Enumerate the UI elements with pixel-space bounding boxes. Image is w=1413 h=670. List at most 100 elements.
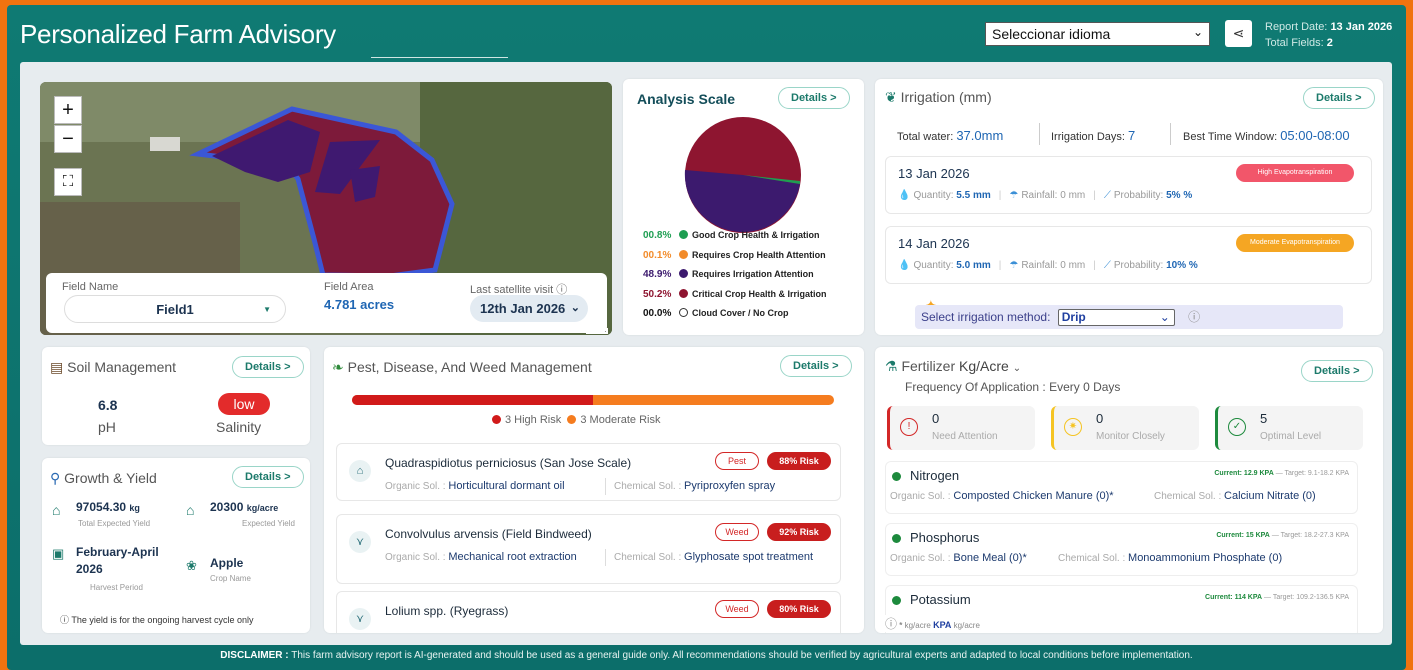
best-window: Best Time Window: 05:00-08:00	[1183, 128, 1350, 143]
share-button[interactable]: ⋖	[1225, 20, 1252, 47]
nutrient-item[interactable]: Nitrogen Current: 12.9 KPA — Target: 9.1-…	[885, 461, 1358, 514]
yield-note: ⓘ The yield is for the ongoing harvest c…	[60, 613, 253, 626]
irrigation-header: ❦ Irrigation (mm)	[885, 89, 992, 106]
chevron-down-icon[interactable]: ⌄	[1013, 363, 1021, 374]
ph-label: pH	[98, 419, 116, 435]
fertilizer-icon: ⚗	[885, 358, 898, 374]
pest-item[interactable]: ⋎ Lolium spp. (Ryegrass) Weed 80% Risk	[336, 591, 841, 633]
chemical-solution: Chemical Sol. : Calcium Nitrate (0)	[1154, 490, 1316, 502]
pest-header: ❧ Pest, Disease, And Weed Management	[332, 359, 592, 376]
expected-yield-unit: kg/acre	[246, 503, 279, 513]
divider	[1170, 123, 1171, 145]
irrigation-method-select[interactable]: Drip ⌄	[1057, 309, 1175, 327]
risk-bar-high	[352, 395, 593, 405]
total-yield-value: 97054.30	[76, 500, 127, 514]
best-window-value: 05:00-08:00	[1280, 128, 1350, 143]
legend-label: Good Crop Health & Irrigation	[692, 230, 820, 240]
metric-value: 0 mm	[1060, 260, 1086, 271]
fullscreen-button[interactable]: ⛶	[54, 168, 82, 196]
moderate-risk-label: 3 Moderate Risk	[580, 414, 661, 426]
info-icon: ⓘ	[60, 615, 70, 625]
analysis-pie-chart	[684, 117, 801, 233]
analysis-details-button[interactable]: Details >	[778, 87, 850, 109]
crop-label: Crop Name	[210, 574, 251, 583]
nutrient-name: Phosphorus	[910, 530, 980, 545]
legend-percent: 48.9%	[643, 269, 672, 280]
field-select-value: Field1	[156, 302, 194, 317]
status-label: Monitor Closely	[1096, 431, 1165, 442]
field-name-label: Field Name	[62, 281, 119, 293]
legend-dot	[679, 249, 688, 259]
pest-type-tag: Weed	[715, 523, 759, 541]
fertilizer-details-button[interactable]: Details >	[1301, 360, 1373, 382]
pest-details-button[interactable]: Details >	[780, 355, 852, 377]
status-count: 0	[1096, 411, 1104, 426]
organic-label: Organic Sol. :	[890, 553, 951, 564]
nutrient-target-range: — Target: 9.1-18.2 KPA	[1275, 470, 1349, 477]
legend-dot	[679, 308, 688, 317]
fertilizer-status-box: ✓ 5 Optimal Level	[1215, 406, 1363, 450]
last-visit-select[interactable]: 12th Jan 2026 ⌄	[470, 295, 588, 322]
organic-value: Horticultural dormant oil	[448, 480, 565, 492]
info-icon: ⓘ	[885, 617, 898, 631]
language-select[interactable]: Seleccionar idioma ⌄	[985, 22, 1210, 46]
total-fields: 2	[1326, 37, 1333, 49]
analysis-scale-card: Analysis Scale Details > 00.8% Good Crop …	[623, 79, 864, 335]
total-yield-unit: kg	[129, 503, 140, 513]
fertilizer-unit-select[interactable]: Kg/Acre	[959, 358, 1009, 374]
irrigation-date: 14 Jan 2026	[898, 236, 970, 251]
metric-label: Rainfall:	[1021, 190, 1058, 201]
chemical-label: Chemical Sol. :	[1058, 553, 1126, 564]
weed-icon: ⋎	[349, 531, 371, 553]
chemical-label: Chemical Sol. :	[1154, 491, 1222, 502]
best-window-label: Best Time Window:	[1183, 131, 1278, 143]
language-select-value: Seleccionar idioma	[992, 26, 1111, 42]
growth-details-button[interactable]: Details >	[232, 466, 304, 488]
total-yield: 97054.30 kg	[76, 500, 140, 514]
field-select[interactable]: Field1 ▼	[64, 295, 286, 323]
weed-icon: ⋎	[349, 608, 371, 630]
total-water-value: 37.0mm	[956, 128, 1004, 143]
soil-title: Soil Management	[67, 359, 177, 375]
fertilizer-card: ⚗ Fertilizer Kg/Acre ⌄ Frequency Of Appl…	[875, 347, 1383, 633]
irrigation-entry: 14 Jan 2026 Moderate Evapotranspiration 💧 Q…	[885, 226, 1372, 284]
growth-header: ⚲ Growth & Yield	[50, 470, 157, 487]
salinity-label: Salinity	[216, 419, 262, 435]
irrigation-method-row: Select irrigation method: Drip ⌄ ⓘ	[915, 305, 1343, 329]
zoom-out-button[interactable]: −	[54, 125, 82, 153]
fertilizer-status-box: ! 0 Need Attention	[887, 406, 1035, 450]
organic-value: Composted Chicken Manure (0)*	[953, 490, 1114, 502]
caret-down-icon: ▼	[263, 305, 271, 314]
irrigation-entry: 13 Jan 2026 High Evapotranspiration 💧 Quant…	[885, 156, 1372, 214]
legend-item: 00.1% Requires Crop Health Attention	[643, 249, 826, 261]
nutrient-name: Nitrogen	[910, 468, 960, 483]
soil-header: ▤ Soil Management	[50, 359, 176, 376]
chemical-label: Chemical Sol. :	[614, 552, 682, 563]
legend-label: Cloud Cover / No Crop	[692, 308, 789, 318]
nutrient-status-dot	[892, 534, 901, 543]
zoom-in-button[interactable]: +	[54, 96, 82, 124]
analysis-title: Analysis Scale	[637, 91, 736, 107]
metric-label: Quantity:	[913, 260, 954, 271]
soil-details-button[interactable]: Details >	[232, 356, 304, 378]
chemical-solution: Chemical Sol. : Pyriproxyfen spray	[605, 478, 830, 495]
footer-kg: kg/acre	[904, 621, 931, 630]
drop-icon: 💧	[898, 190, 911, 201]
irrigation-details-button[interactable]: Details >	[1303, 87, 1375, 109]
nutrient-target-range: — Target: 109.2-136.5 KPA	[1264, 594, 1349, 601]
chemical-value: Glyphosate spot treatment	[684, 551, 814, 563]
nutrient-status-dot	[892, 596, 901, 605]
pest-item[interactable]: ⋎ Convolvulus arvensis (Field Bindweed) We…	[336, 514, 841, 584]
pest-title: Pest, Disease, And Weed Management	[347, 359, 592, 375]
info-icon[interactable]: ⓘ	[1188, 310, 1200, 324]
page-title: Personalized Farm Advisory	[20, 19, 336, 49]
organic-label: Organic Sol. :	[890, 491, 951, 502]
pest-item[interactable]: ⌂ Quadraspidiotus perniciosus (San Jose S…	[336, 443, 841, 501]
irrigation-days-label: Irrigation Days:	[1051, 131, 1125, 143]
organic-value: Mechanical root extraction	[448, 551, 577, 563]
growth-icon: ⚲	[50, 470, 61, 486]
disclaimer-label: DISCLAIMER :	[220, 650, 289, 661]
divider: |	[1093, 190, 1096, 201]
nutrient-current: Current: 15 KPA	[1216, 532, 1270, 539]
nutrient-item[interactable]: Phosphorus Current: 15 KPA — Target: 18.2…	[885, 523, 1358, 576]
